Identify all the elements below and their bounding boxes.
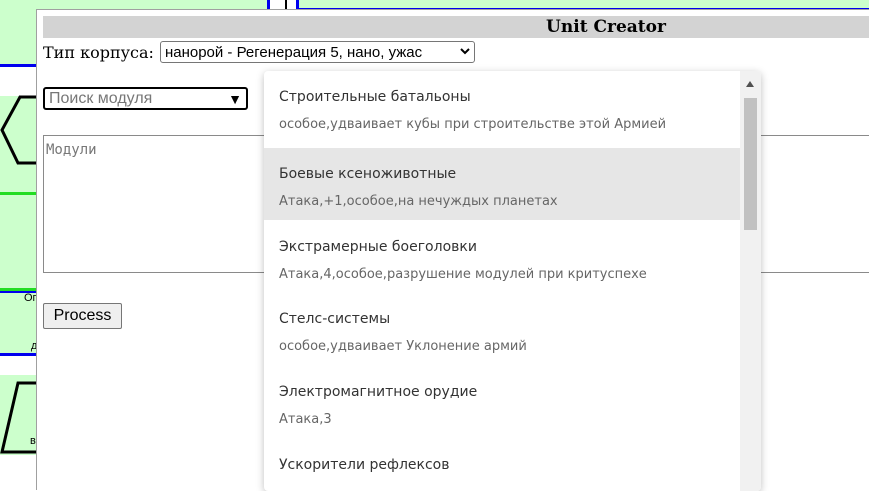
dropdown-option[interactable]: Строительные батальоны особое,удваивает … xyxy=(264,71,740,143)
option-description: особое,удваивает кубы при строительстве … xyxy=(279,117,667,132)
option-name: Электромагнитное орудие xyxy=(279,384,478,400)
hull-type-select[interactable]: нанорой - Регенерация 5, нано, ужас xyxy=(159,41,475,63)
option-description: особое,удваивает Уклонение армий xyxy=(279,339,527,354)
dropdown-option[interactable]: Стелс-системы особое,удваивает Уклонение… xyxy=(264,293,740,365)
dropdown-arrow-icon[interactable]: ▼ xyxy=(228,91,242,107)
option-description: Атака,+1,особое,на нечуждых планетах xyxy=(279,194,558,209)
diagram-node-left-2 xyxy=(0,194,39,294)
module-dropdown-list: Строительные батальоны особое,удваивает … xyxy=(264,71,761,491)
process-button[interactable]: Process xyxy=(43,303,122,329)
option-description: Атака,4,особое,разрушение модулей при кр… xyxy=(279,267,647,282)
scroll-up-arrow-icon[interactable] xyxy=(746,81,754,87)
option-name: Стелс-системы xyxy=(279,311,391,327)
option-name: Ускорители рефлексов xyxy=(279,457,450,473)
chevron-down-icon xyxy=(460,46,470,58)
dropdown-option[interactable]: Экстрамерные боеголовки Атака,4,особое,р… xyxy=(264,221,740,293)
dropdown-option[interactable]: Электромагнитное орудие Атака,3 xyxy=(264,366,740,438)
dialog-title-bar: Unit Creator xyxy=(43,16,869,38)
scrollbar-thumb[interactable] xyxy=(744,98,757,230)
modules-placeholder: Модули xyxy=(46,142,97,158)
diagram-connector-green xyxy=(0,288,39,291)
diagram-divider xyxy=(285,0,287,9)
module-search-input[interactable]: Поиск модуля ▼ xyxy=(43,87,248,110)
dialog-title: Unit Creator xyxy=(546,17,666,37)
hull-type-value: нанорой - Регенерация 5, нано, ужас xyxy=(164,43,423,61)
search-placeholder: Поиск модуля xyxy=(49,89,153,107)
dropdown-option[interactable]: Ускорители рефлексов xyxy=(264,439,740,491)
option-name: Строительные батальоны xyxy=(279,89,471,105)
option-description: Атака,3 xyxy=(279,412,332,427)
option-name: Экстрамерные боеголовки xyxy=(279,239,477,255)
diagram-label: Ог xyxy=(24,292,37,304)
dropdown-option-highlighted[interactable]: Боевые ксеноживотные Атака,+1,особое,на … xyxy=(264,148,740,220)
hull-type-row: Тип корпуса: нанорой - Регенерация 5, на… xyxy=(43,40,475,64)
option-name: Боевые ксеноживотные xyxy=(279,166,457,182)
diagram-hexagon-shape xyxy=(0,95,40,165)
diagram-connector-green xyxy=(0,192,39,195)
diagram-label: в xyxy=(30,435,36,447)
dropdown-scrollbar[interactable] xyxy=(740,71,761,491)
hull-type-label: Тип корпуса: xyxy=(43,42,154,62)
